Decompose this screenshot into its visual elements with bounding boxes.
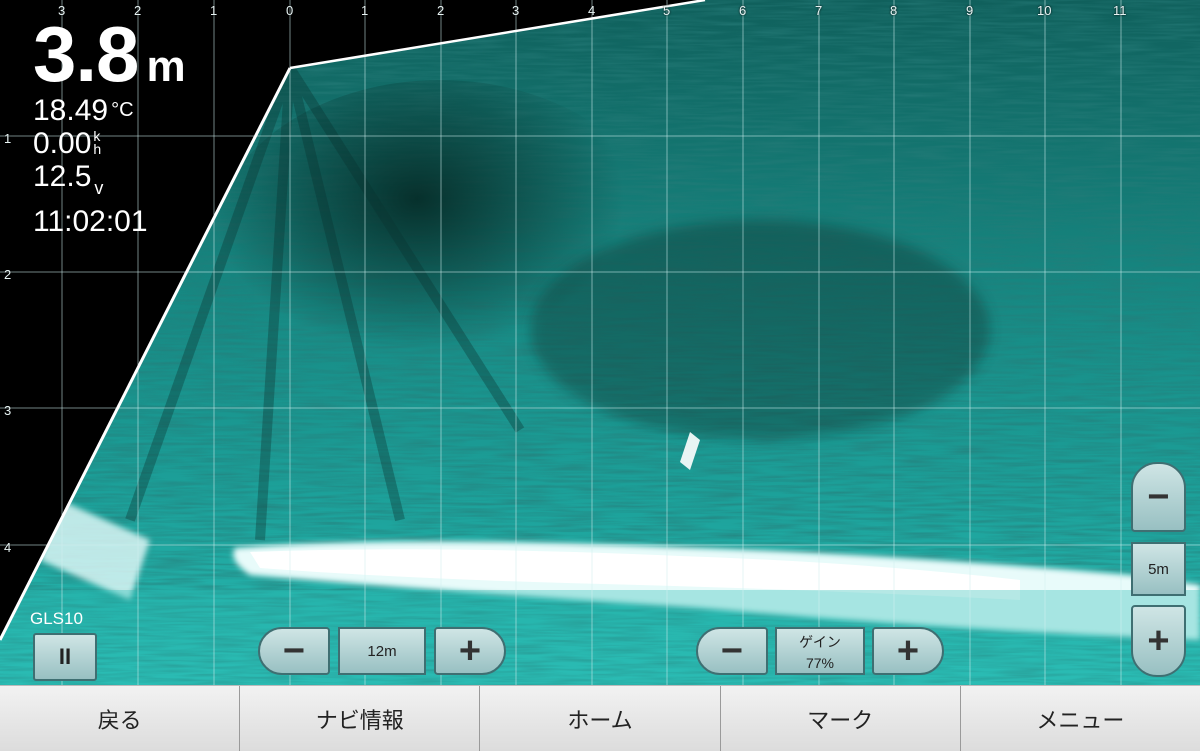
top-axis-label: 0 bbox=[286, 3, 294, 18]
depth-unit: m bbox=[146, 42, 186, 91]
nav-navigation-info-button[interactable]: ナビ情報 bbox=[240, 686, 481, 751]
range-plus-button[interactable]: + bbox=[434, 627, 506, 675]
water-temperature: 18.49 °C bbox=[33, 94, 186, 127]
depth-axis-label: 1 bbox=[4, 131, 12, 146]
gain-plus-button[interactable]: + bbox=[872, 627, 944, 675]
nav-home-button[interactable]: ホーム bbox=[480, 686, 721, 751]
temperature-unit: °C bbox=[111, 99, 134, 121]
zoom-value-box[interactable]: 5m bbox=[1131, 542, 1186, 596]
top-axis-label: 3 bbox=[512, 3, 520, 18]
plus-icon: + bbox=[896, 630, 920, 672]
top-axis-label: 5 bbox=[663, 3, 671, 18]
top-axis-label: 9 bbox=[966, 3, 974, 18]
top-axis-label: 8 bbox=[890, 3, 898, 18]
speed-unit: k h bbox=[93, 129, 102, 157]
minus-icon: − bbox=[720, 630, 744, 672]
depth-readout: 3.8 m bbox=[33, 14, 186, 94]
nav-back-button[interactable]: 戻る bbox=[0, 686, 241, 751]
transducer-source-label: GLS10 bbox=[30, 609, 83, 628]
zoom-plus-button[interactable]: + bbox=[1131, 605, 1186, 677]
plus-icon: + bbox=[1147, 620, 1170, 662]
minus-icon: − bbox=[282, 630, 306, 672]
voltage-value: 12.5 bbox=[33, 160, 92, 193]
sonar-view[interactable]: 3 2 1 0 1 2 3 4 5 6 7 8 9 10 11 1 2 3 4 … bbox=[0, 0, 1200, 685]
gain-title: ゲイン bbox=[799, 633, 841, 650]
zoom-value: 5m bbox=[1148, 560, 1169, 578]
temperature-value: 18.49 bbox=[33, 94, 109, 127]
bottom-nav-bar: 戻る ナビ情報 ホーム マーク メニュー bbox=[0, 685, 1200, 751]
voltage-unit: v bbox=[94, 178, 104, 198]
time-value: 11:02:01 bbox=[33, 205, 148, 238]
top-axis-label: 2 bbox=[437, 3, 445, 18]
range-minus-button[interactable]: − bbox=[258, 627, 330, 675]
top-axis-label: 1 bbox=[361, 3, 369, 18]
depth-axis-label: 2 bbox=[4, 267, 12, 282]
nav-mark-button[interactable]: マーク bbox=[720, 686, 961, 751]
speed-unit-bottom: h bbox=[93, 141, 102, 157]
depth-axis-label: 4 bbox=[4, 540, 12, 555]
gain-value: 77% bbox=[805, 654, 835, 671]
range-value-box[interactable]: 12m bbox=[338, 627, 426, 675]
clock-time: 11:02:01 bbox=[33, 205, 186, 238]
zoom-minus-button[interactable]: − bbox=[1131, 462, 1186, 532]
data-readout: 3.8 m 18.49 °C 0.00 k h 12.5 v 11:02:01 bbox=[33, 14, 186, 238]
pause-button[interactable]: II bbox=[33, 633, 97, 681]
battery-voltage: 12.5 v bbox=[33, 160, 186, 205]
top-axis-label: 7 bbox=[815, 3, 823, 18]
minus-icon: − bbox=[1147, 476, 1170, 518]
top-axis-label: 1 bbox=[210, 3, 218, 18]
top-axis-label: 11 bbox=[1113, 3, 1127, 18]
depth-value: 3.8 bbox=[33, 10, 139, 98]
speed-value: 0.00 bbox=[33, 127, 92, 160]
top-axis-label: 10 bbox=[1037, 3, 1052, 18]
depth-axis-label: 3 bbox=[4, 403, 12, 418]
nav-menu-button[interactable]: メニュー bbox=[960, 686, 1200, 751]
gain-value-box[interactable]: ゲイン 77% bbox=[775, 627, 865, 675]
top-axis-label: 6 bbox=[739, 3, 747, 18]
range-value: 12m bbox=[367, 642, 397, 660]
plus-icon: + bbox=[458, 630, 482, 672]
top-axis-label: 4 bbox=[588, 3, 596, 18]
boat-speed: 0.00 k h bbox=[33, 127, 186, 160]
gain-minus-button[interactable]: − bbox=[696, 627, 768, 675]
